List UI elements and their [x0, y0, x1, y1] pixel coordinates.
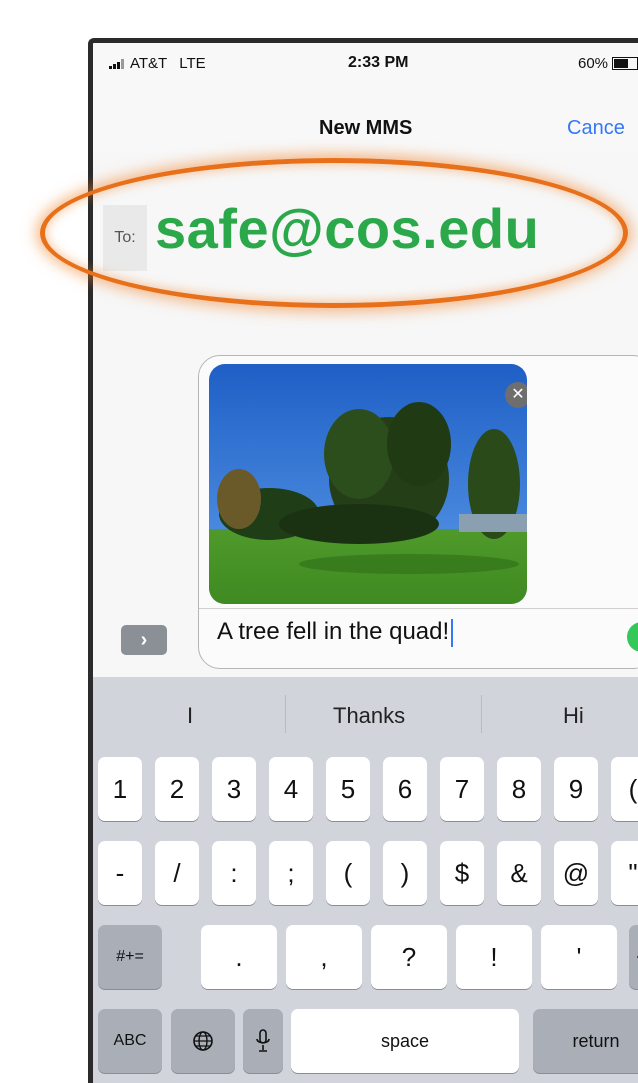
prediction-2[interactable]: Thanks — [333, 703, 405, 729]
key-7[interactable]: 7 — [440, 757, 484, 821]
predictive-bar: I Thanks Hi — [93, 677, 638, 753]
prediction-separator — [285, 695, 286, 733]
key-paren[interactable]: ( — [611, 757, 638, 821]
cancel-button[interactable]: Cance — [567, 117, 625, 140]
key-more-symbols[interactable]: #+= — [98, 925, 162, 989]
battery-icon — [612, 57, 638, 70]
text-cursor — [451, 618, 454, 647]
carrier-name: AT&T — [130, 55, 168, 72]
key-5[interactable]: 5 — [326, 757, 370, 821]
key-ampersand[interactable]: & — [497, 841, 541, 905]
prediction-1[interactable]: I — [187, 703, 193, 729]
battery-percent: 60% — [578, 55, 609, 72]
key-2[interactable]: 2 — [155, 757, 199, 821]
key-quote[interactable]: " — [611, 841, 638, 905]
network-type: LTE — [179, 55, 206, 72]
key-semicolon[interactable]: ; — [269, 841, 313, 905]
return-key[interactable]: return — [533, 1009, 638, 1073]
chevron-right-icon: › — [140, 629, 148, 651]
message-text: A tree fell in the quad! — [217, 618, 450, 645]
key-6[interactable]: 6 — [383, 757, 427, 821]
globe-icon — [193, 1031, 213, 1051]
key-4[interactable]: 4 — [269, 757, 313, 821]
signal-icon — [109, 58, 124, 69]
key-slash[interactable]: / — [155, 841, 199, 905]
tree-photo-image — [209, 364, 527, 604]
key-colon[interactable]: : — [212, 841, 256, 905]
status-time: 2:33 PM — [348, 54, 409, 71]
key-dash[interactable]: - — [98, 841, 142, 905]
key-comma[interactable]: , — [286, 925, 362, 989]
photo-attachment[interactable]: ✕ — [209, 364, 527, 604]
key-9[interactable]: 9 — [554, 757, 598, 821]
key-8[interactable]: 8 — [497, 757, 541, 821]
delete-key[interactable] — [629, 925, 638, 989]
status-bar: AT&T LTE 2:33 PM 60% — [93, 43, 638, 87]
space-key[interactable]: space — [291, 1009, 519, 1073]
send-button[interactable]: ↑ — [627, 622, 638, 652]
key-3[interactable]: 3 — [212, 757, 256, 821]
key-at[interactable]: @ — [554, 841, 598, 905]
key-close-paren[interactable]: ) — [383, 841, 427, 905]
remove-attachment-icon[interactable]: ✕ — [505, 382, 527, 408]
key-exclamation[interactable]: ! — [456, 925, 532, 989]
key-apostrophe[interactable]: ' — [541, 925, 617, 989]
navigation-bar: New MMS Cance — [93, 87, 638, 154]
key-1[interactable]: 1 — [98, 757, 142, 821]
key-question[interactable]: ? — [371, 925, 447, 989]
keyboard: I Thanks Hi 1 2 3 4 5 6 7 8 9 ( - / : ; … — [93, 677, 638, 1083]
page-title: New MMS — [319, 117, 413, 139]
carrier-info: AT&T LTE — [109, 55, 206, 72]
key-dollar[interactable]: $ — [440, 841, 484, 905]
compose-divider — [199, 608, 638, 609]
key-abc[interactable]: ABC — [98, 1009, 162, 1073]
microphone-icon — [256, 1029, 270, 1052]
key-period[interactable]: . — [201, 925, 277, 989]
battery-status: 60% — [578, 55, 638, 72]
message-compose-box[interactable]: ✕ A tree fell in the quad! ↑ — [198, 355, 638, 669]
prediction-separator — [481, 695, 482, 733]
message-input[interactable]: A tree fell in the quad! — [217, 618, 454, 647]
key-open-paren[interactable]: ( — [326, 841, 370, 905]
dictation-key[interactable] — [243, 1009, 283, 1073]
recipient-email: safe@cos.edu — [155, 197, 540, 260]
app-drawer-button[interactable]: › — [121, 625, 167, 655]
globe-key[interactable] — [171, 1009, 235, 1073]
prediction-3[interactable]: Hi — [563, 703, 584, 729]
